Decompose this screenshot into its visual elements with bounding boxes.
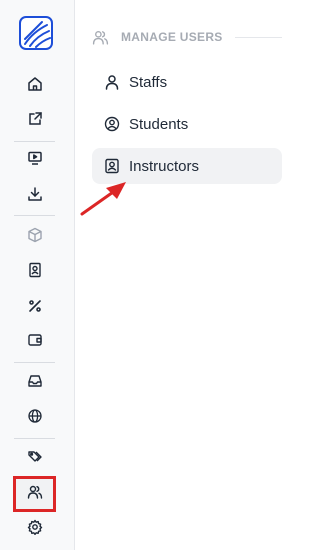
nav-item-label: Instructors: [129, 157, 200, 175]
rail-percent-button[interactable]: [23, 296, 47, 320]
rail-wallet-button[interactable]: [23, 330, 47, 354]
rail-download-button[interactable]: [23, 184, 47, 208]
nav-item-label: Students: [129, 115, 189, 133]
section-title: MANAGE USERS: [121, 30, 223, 44]
box-icon: [27, 227, 43, 248]
contact-card-icon: [27, 262, 43, 283]
rail-external-link-button[interactable]: [23, 109, 47, 133]
tags-icon: [27, 449, 43, 470]
home-icon: [27, 76, 43, 97]
rail-contact-button[interactable]: [23, 260, 47, 284]
user-circle-icon: [104, 116, 120, 132]
monitor-play-icon: [27, 150, 43, 171]
user-square-icon: [104, 158, 120, 174]
rail-inbox-button[interactable]: [23, 371, 47, 395]
rail-divider: [14, 141, 55, 142]
annotation-arrow-icon: [80, 182, 126, 216]
download-icon: [27, 186, 43, 207]
users-icon: [92, 29, 109, 46]
nav-item-instructors[interactable]: Instructors: [92, 148, 282, 184]
percent-icon: [27, 298, 43, 319]
nav-item-students[interactable]: Students: [92, 106, 282, 142]
user-icon: [104, 74, 120, 90]
rail-globe-button[interactable]: [23, 406, 47, 430]
settings-gear-icon: [27, 519, 43, 540]
rail-box-button[interactable]: [23, 225, 47, 249]
rail-divider: [14, 215, 55, 216]
wallet-icon: [27, 332, 43, 353]
rail-monitor-button[interactable]: [23, 148, 47, 172]
nav-item-staffs[interactable]: Staffs: [92, 64, 282, 100]
globe-icon: [27, 408, 43, 429]
rail-divider: [14, 362, 55, 363]
inbox-icon: [27, 373, 43, 394]
app-logo-icon[interactable]: [19, 16, 53, 50]
rail-divider: [14, 438, 55, 439]
icon-rail: [0, 0, 75, 550]
external-link-icon: [27, 111, 43, 132]
rail-home-button[interactable]: [23, 74, 47, 98]
nav-item-label: Staffs: [129, 73, 168, 91]
section-header: MANAGE USERS: [92, 28, 282, 46]
rail-tags-button[interactable]: [23, 447, 47, 471]
section-divider: [234, 36, 282, 38]
users-icon: [27, 484, 43, 505]
rail-settings-button[interactable]: [23, 517, 47, 541]
rail-users-button[interactable]: [13, 476, 56, 512]
